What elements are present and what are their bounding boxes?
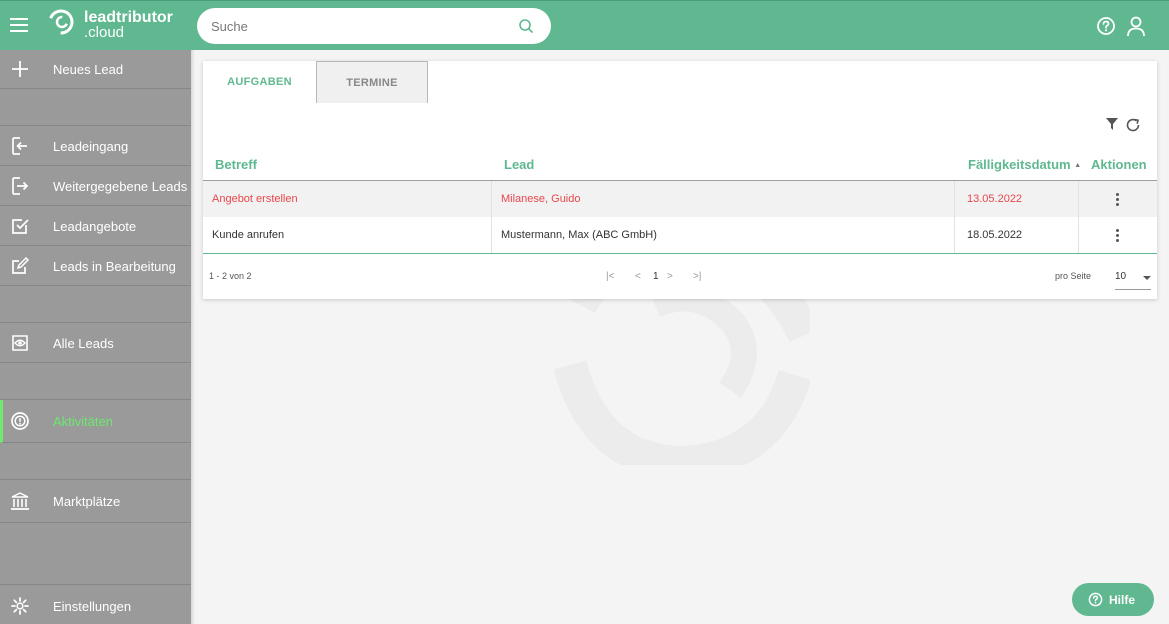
column-header-aktionen: Aktionen bbox=[1091, 157, 1147, 172]
sidebar-item-weitergegebene-leads[interactable]: Weitergegebene Leads bbox=[0, 166, 191, 206]
column-divider bbox=[954, 217, 955, 253]
sidebar-item-label: Aktivitäten bbox=[53, 414, 113, 429]
sidebar-item-leadeingang[interactable]: Leadeingang bbox=[0, 126, 191, 166]
sidebar-item-einstellungen[interactable]: Einstellungen bbox=[0, 585, 191, 624]
sort-ascending-icon: ▲ bbox=[1074, 162, 1082, 170]
last-page-button[interactable]: >| bbox=[693, 271, 701, 282]
first-page-button[interactable]: |< bbox=[606, 271, 614, 282]
column-header-lead[interactable]: Lead bbox=[504, 157, 534, 172]
current-page-number: 1 bbox=[653, 271, 659, 282]
help-icon bbox=[1088, 592, 1103, 607]
sidebar-item-label: Leads in Bearbeitung bbox=[53, 259, 176, 274]
alert-circle-icon bbox=[11, 412, 29, 430]
help-button[interactable]: Hilfe bbox=[1072, 583, 1154, 616]
cell-faelligkeitsdatum: 13.05.2022 bbox=[967, 193, 1023, 205]
column-header-label: Fälligkeitsdatum bbox=[968, 157, 1071, 172]
column-divider bbox=[1078, 217, 1079, 253]
search-box bbox=[197, 8, 551, 44]
dropdown-caret-icon bbox=[1143, 276, 1151, 280]
cell-lead[interactable]: Mustermann, Max (ABC GmbH) bbox=[501, 217, 657, 253]
gear-icon bbox=[11, 597, 29, 615]
sidebar-divider bbox=[0, 286, 191, 323]
per-page-value: 10 bbox=[1115, 271, 1127, 282]
pagination-range: 1 - 2 von 2 bbox=[209, 271, 252, 281]
cell-betreff: Angebot erstellen bbox=[212, 193, 298, 205]
table-row[interactable]: Angebot erstellen Milanese, Guido 13.05.… bbox=[203, 181, 1157, 217]
sidebar-divider bbox=[0, 89, 191, 126]
cell-lead[interactable]: Milanese, Guido bbox=[501, 181, 581, 217]
column-header-faelligkeitsdatum[interactable]: Fälligkeitsdatum ▲ bbox=[968, 157, 1081, 172]
sidebar-item-aktivitaeten[interactable]: Aktivitäten bbox=[0, 400, 191, 443]
sidebar-item-new-lead[interactable]: Neues Lead bbox=[0, 50, 191, 89]
per-page-select[interactable]: 10 bbox=[1115, 264, 1151, 290]
sidebar-item-label: Neues Lead bbox=[53, 62, 124, 77]
column-header-betreff[interactable]: Betreff bbox=[215, 157, 257, 172]
refresh-icon[interactable] bbox=[1125, 117, 1141, 133]
more-actions-icon[interactable] bbox=[1116, 229, 1120, 243]
sidebar: Neues Lead Leadeingang Weitergegebene Le… bbox=[0, 50, 191, 624]
table-row[interactable]: Kunde anrufen Mustermann, Max (ABC GmbH)… bbox=[203, 217, 1157, 253]
eye-icon bbox=[12, 335, 28, 351]
tab-aufgaben[interactable]: AUFGABEN bbox=[203, 61, 316, 103]
sidebar-divider bbox=[0, 443, 191, 480]
help-button-label: Hilfe bbox=[1109, 593, 1136, 607]
column-divider bbox=[1078, 181, 1079, 217]
cell-faelligkeitsdatum: 18.05.2022 bbox=[967, 229, 1023, 241]
sidebar-divider bbox=[0, 363, 191, 400]
brand-suffix: .cloud bbox=[84, 24, 125, 41]
edit-icon bbox=[12, 256, 30, 274]
leadtributor-logo bbox=[48, 9, 74, 35]
sign-out-icon bbox=[12, 177, 29, 195]
sidebar-item-label: Weitergegebene Leads bbox=[53, 179, 188, 194]
sidebar-item-marktplaetze[interactable]: Marktplätze bbox=[0, 480, 191, 523]
sidebar-divider bbox=[0, 523, 191, 585]
table-footer-divider bbox=[203, 253, 1157, 254]
sidebar-shadow bbox=[191, 50, 195, 624]
menu-icon[interactable] bbox=[10, 18, 28, 32]
sign-in-icon bbox=[12, 137, 27, 155]
more-actions-icon[interactable] bbox=[1116, 193, 1120, 207]
sidebar-item-leadangebote[interactable]: Leadangebote bbox=[0, 206, 191, 246]
help-icon[interactable] bbox=[1096, 16, 1116, 36]
brand-name: leadtributor .cloud bbox=[84, 9, 173, 41]
sidebar-item-label: Leadeingang bbox=[53, 139, 129, 154]
previous-page-button[interactable]: < bbox=[635, 271, 641, 282]
tasks-card: AUFGABEN TERMINE Betreff Lead Fälligkeit… bbox=[203, 61, 1157, 299]
search-icon[interactable] bbox=[518, 18, 534, 34]
sidebar-item-alle-leads[interactable]: Alle Leads bbox=[0, 323, 191, 363]
sidebar-item-label: Alle Leads bbox=[53, 336, 114, 351]
column-divider bbox=[491, 217, 492, 253]
sidebar-item-label: Marktplätze bbox=[53, 494, 121, 509]
cell-betreff: Kunde anrufen bbox=[212, 229, 285, 241]
search-input[interactable] bbox=[211, 16, 511, 36]
sidebar-item-label: Leadangebote bbox=[53, 219, 137, 234]
bank-icon bbox=[11, 492, 29, 510]
next-page-button[interactable]: > bbox=[667, 271, 673, 282]
plus-icon bbox=[12, 61, 28, 77]
top-bar: leadtributor .cloud bbox=[0, 0, 1169, 50]
filter-icon[interactable] bbox=[1106, 118, 1118, 130]
per-page-label: pro Seite bbox=[1055, 271, 1092, 281]
column-divider bbox=[954, 181, 955, 217]
sidebar-item-leads-in-bearbeitung[interactable]: Leads in Bearbeitung bbox=[0, 246, 191, 286]
brand-title: leadtributor bbox=[84, 9, 173, 26]
checkbox-icon bbox=[12, 219, 29, 234]
tab-termine[interactable]: TERMINE bbox=[316, 61, 428, 103]
user-icon[interactable] bbox=[1126, 15, 1146, 37]
column-divider bbox=[491, 181, 492, 217]
sidebar-item-label: Einstellungen bbox=[53, 599, 132, 614]
